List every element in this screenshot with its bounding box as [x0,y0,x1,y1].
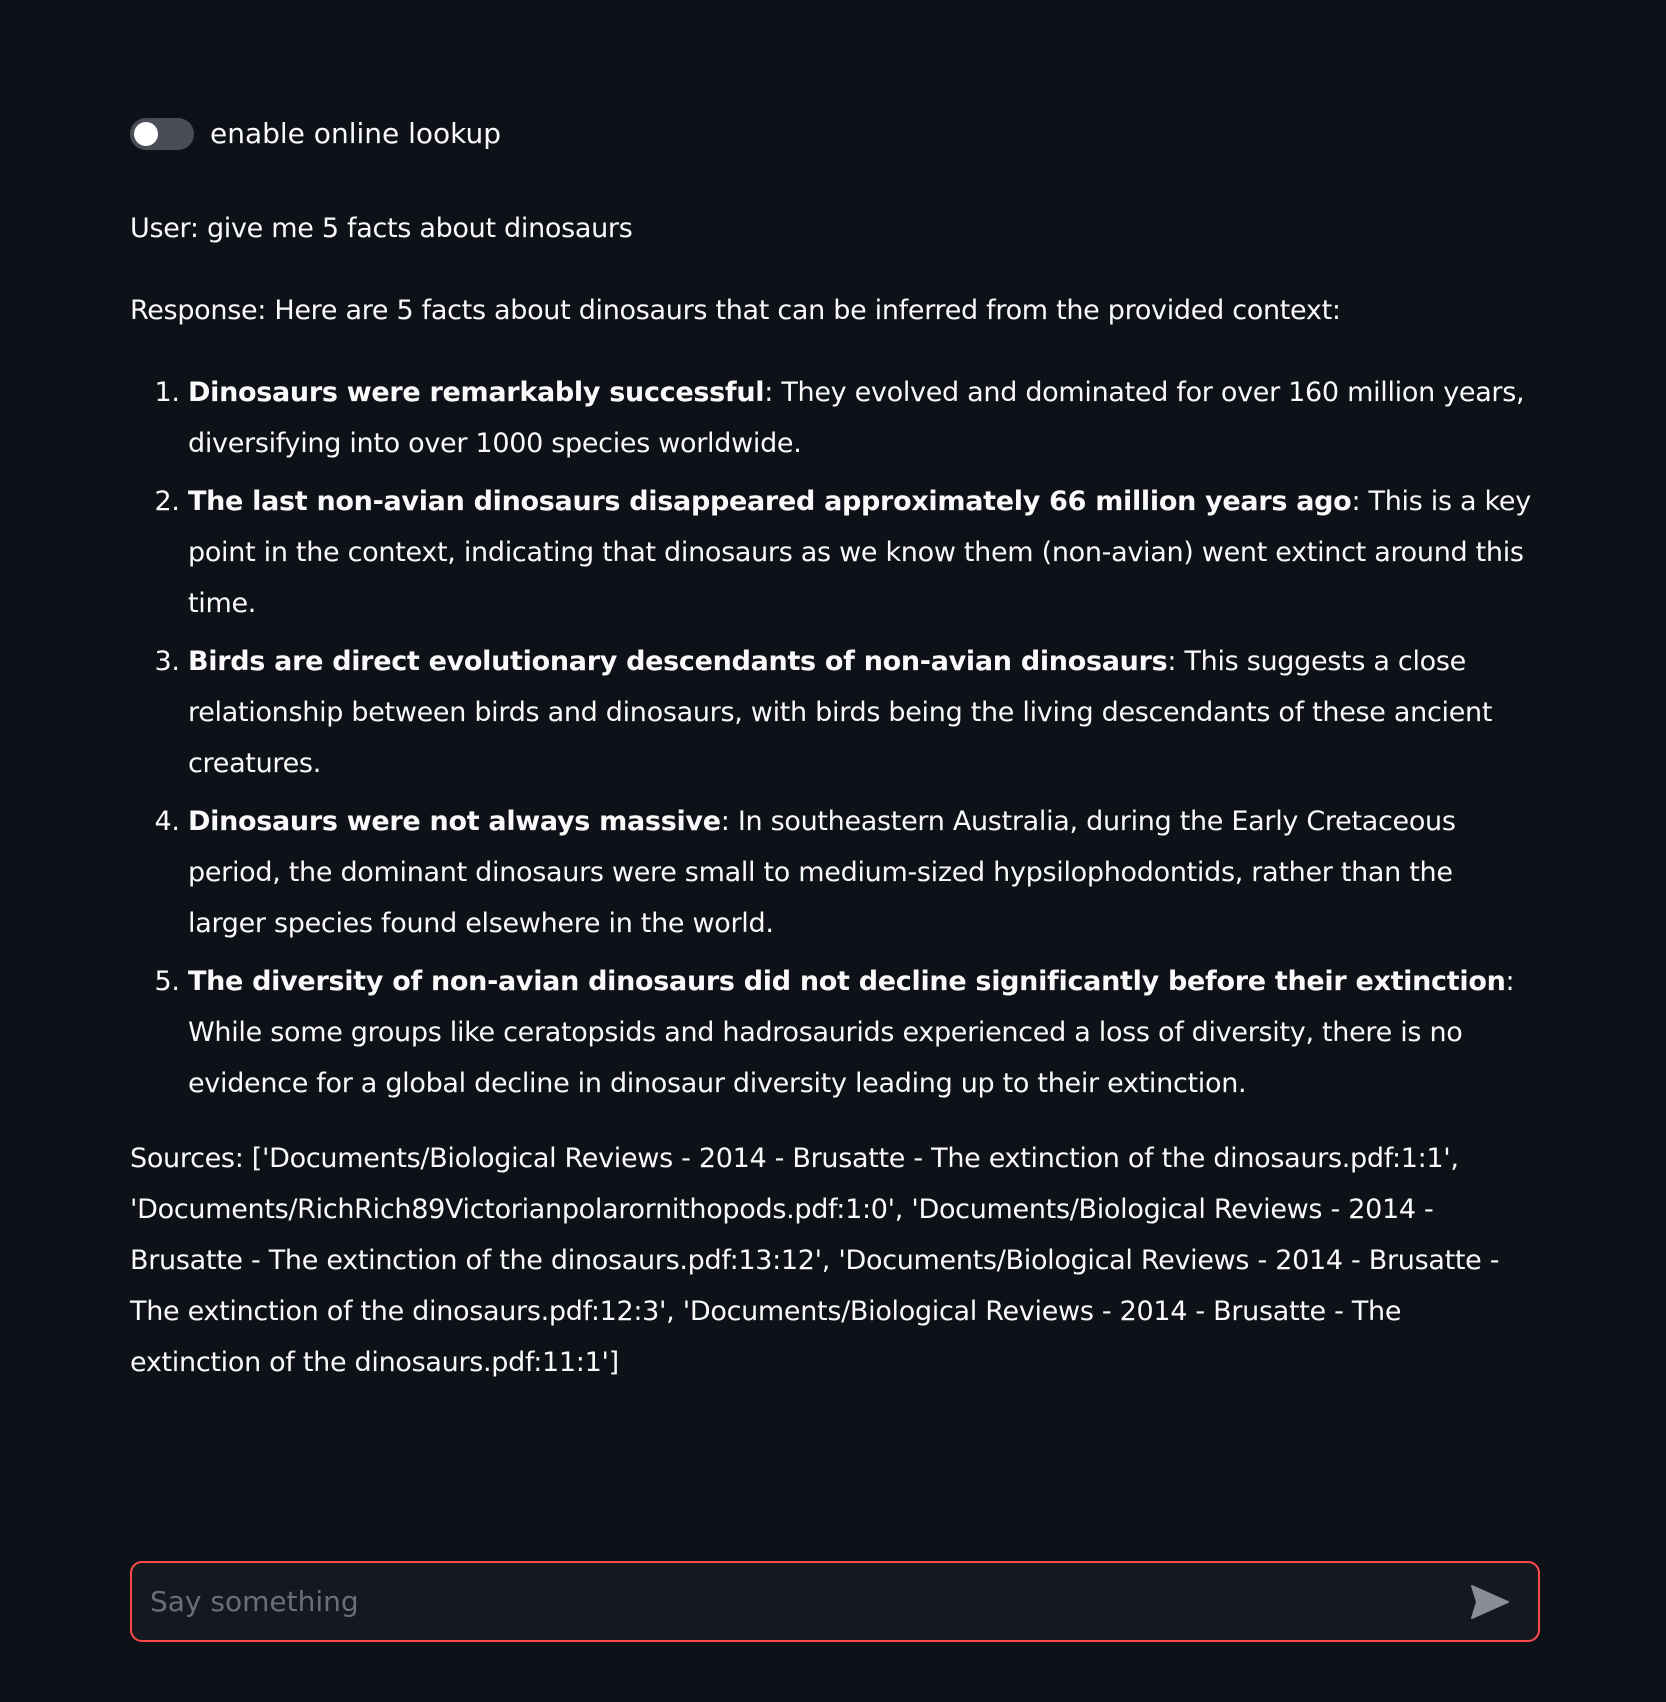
fact-item: The diversity of non-avian dinosaurs did… [188,956,1538,1109]
chat-input[interactable] [132,1563,1462,1640]
send-icon [1471,1584,1509,1619]
toggle-knob [134,122,158,146]
fact-title: The diversity of non-avian dinosaurs did… [188,966,1506,997]
fact-title: Dinosaurs were not always massive [188,806,721,837]
fact-title: Dinosaurs were remarkably successful [188,377,765,408]
chat-input-container [130,1561,1540,1642]
response-intro: Response: Here are 5 facts about dinosau… [130,295,1341,326]
online-lookup-toggle-row: enable online lookup [130,108,1538,160]
fact-item: Dinosaurs were remarkably successful: Th… [188,367,1538,469]
user-message: User: give me 5 facts about dinosaurs [130,213,633,244]
sources-text: Sources: ['Documents/Biological Reviews … [130,1143,1500,1378]
online-lookup-toggle[interactable] [130,118,194,150]
fact-item: Birds are direct evolutionary descendant… [188,636,1538,789]
main-content: enable online lookup User: give me 5 fac… [130,108,1538,1388]
fact-item: The last non-avian dinosaurs disappeared… [188,476,1538,629]
fact-title: Birds are direct evolutionary descendant… [188,646,1168,677]
send-button[interactable] [1462,1574,1518,1630]
facts-list: Dinosaurs were remarkably successful: Th… [130,367,1538,1109]
fact-title: The last non-avian dinosaurs disappeared… [188,486,1352,517]
fact-item: Dinosaurs were not always massive: In so… [188,796,1538,949]
online-lookup-label: enable online lookup [210,117,502,150]
